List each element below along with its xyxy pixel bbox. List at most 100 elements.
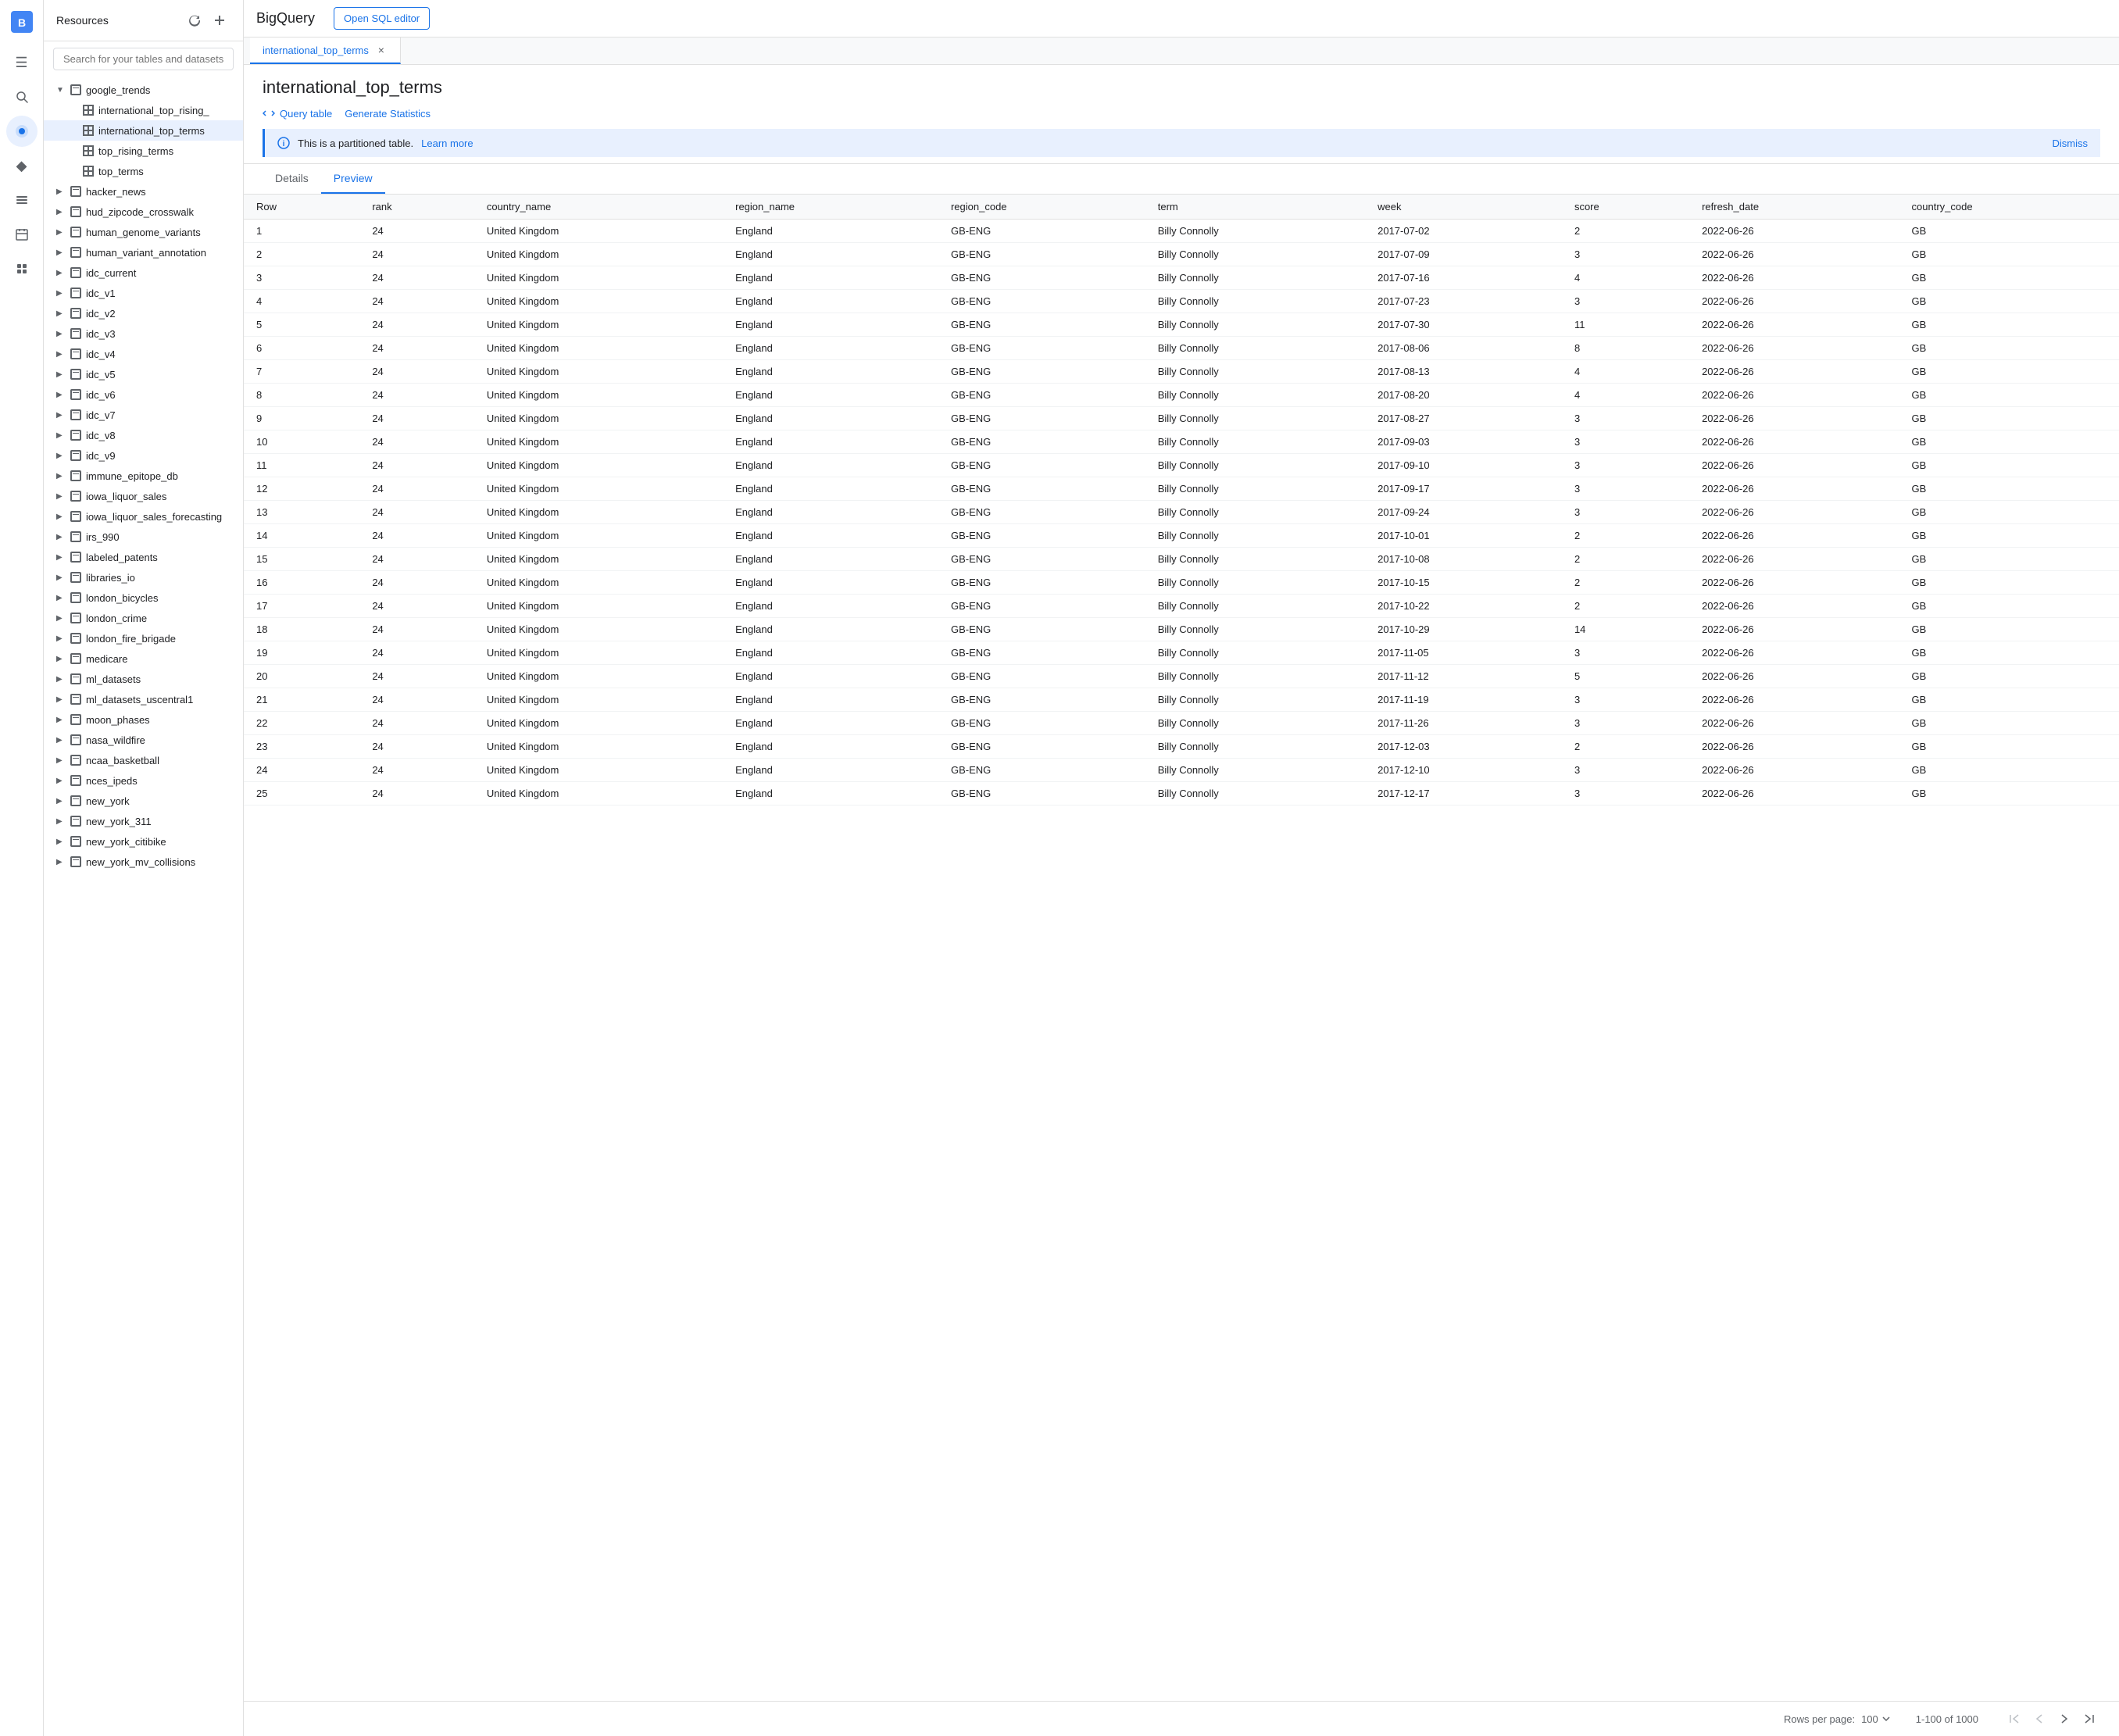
dataset-icon: [69, 225, 83, 239]
tree-item-idc-v9[interactable]: ▶ idc_v9: [44, 445, 243, 466]
tree-item-ml-datasets-uscentral1[interactable]: ▶ ml_datasets_uscentral1: [44, 689, 243, 709]
expand-arrow: ▶: [56, 695, 69, 704]
tree-item-top-terms[interactable]: top_terms: [44, 161, 243, 181]
tree-item-new-york-mv-collisions[interactable]: ▶ new_york_mv_collisions: [44, 852, 243, 872]
column-header-rank[interactable]: rank: [359, 195, 473, 220]
tree-item-intl-rising[interactable]: international_top_rising_: [44, 100, 243, 120]
tree-item-idc-v6[interactable]: ▶ idc_v6: [44, 384, 243, 405]
tree-item-new-york[interactable]: ▶ new_york: [44, 791, 243, 811]
table-cell: 24: [359, 759, 473, 782]
table-cell: 2017-08-27: [1365, 407, 1562, 430]
column-header-week[interactable]: week: [1365, 195, 1562, 220]
tree-item-label: idc_current: [86, 267, 136, 279]
prev-page-button[interactable]: [2028, 1708, 2050, 1730]
tree-item-idc-v5[interactable]: ▶ idc_v5: [44, 364, 243, 384]
table-row: 424United KingdomEnglandGB-ENGBilly Conn…: [244, 290, 2119, 313]
tree-item-nces-ipeds[interactable]: ▶ nces_ipeds: [44, 770, 243, 791]
generate-statistics-button[interactable]: Generate Statistics: [345, 108, 431, 120]
tree-item-idc-v4[interactable]: ▶ idc_v4: [44, 344, 243, 364]
next-page-button[interactable]: [2053, 1708, 2075, 1730]
app-logo: B: [6, 6, 38, 38]
expand-arrow: ▶: [56, 756, 69, 765]
rows-per-page-select[interactable]: 100: [1861, 1713, 1891, 1725]
tree-item-london-crime[interactable]: ▶ london_crime: [44, 608, 243, 628]
table-cell: 2022-06-26: [1689, 712, 1899, 735]
first-page-button[interactable]: [2003, 1708, 2025, 1730]
column-header-term[interactable]: term: [1145, 195, 1365, 220]
column-header-Row[interactable]: Row: [244, 195, 359, 220]
tree-item-immune-epitope-db[interactable]: ▶ immune_epitope_db: [44, 466, 243, 486]
tree-item-medicare[interactable]: ▶ medicare: [44, 648, 243, 669]
query-table-button[interactable]: Query table: [263, 107, 332, 120]
refresh-button[interactable]: [184, 9, 205, 31]
dataset-icon: [69, 550, 83, 564]
tree-item-google-trends[interactable]: ▼ google_trends: [44, 80, 243, 100]
table-cell: 6: [244, 337, 359, 360]
tree-item-new-york-citibike[interactable]: ▶ new_york_citibike: [44, 831, 243, 852]
dismiss-button[interactable]: Dismiss: [2053, 138, 2089, 149]
tree-item-ncaa-basketball[interactable]: ▶ ncaa_basketball: [44, 750, 243, 770]
tree-item-idc-v1[interactable]: ▶ idc_v1: [44, 283, 243, 303]
tree-item-idc-current[interactable]: ▶ idc_current: [44, 263, 243, 283]
column-header-score[interactable]: score: [1562, 195, 1689, 220]
column-header-country-code[interactable]: country_code: [1899, 195, 2119, 220]
tree-item-libraries-io[interactable]: ▶ libraries_io: [44, 567, 243, 588]
tree-item-iowa-liquor-sales[interactable]: ▶ iowa_liquor_sales: [44, 486, 243, 506]
table-cell: 4: [1562, 266, 1689, 290]
tree-item-irs-990[interactable]: ▶ irs_990: [44, 527, 243, 547]
tree-item-idc-v3[interactable]: ▶ idc_v3: [44, 323, 243, 344]
table-container[interactable]: Rowrankcountry_nameregion_nameregion_cod…: [244, 195, 2119, 1701]
tree-item-top-rising[interactable]: top_rising_terms: [44, 141, 243, 161]
tree-item-hud-zipcode-crosswalk[interactable]: ▶ hud_zipcode_crosswalk: [44, 202, 243, 222]
tree-item-labeled-patents[interactable]: ▶ labeled_patents: [44, 547, 243, 567]
tree-item-idc-v8[interactable]: ▶ idc_v8: [44, 425, 243, 445]
table-cell: 2022-06-26: [1689, 384, 1899, 407]
tab-details[interactable]: Details: [263, 164, 321, 194]
tab-international-top-terms[interactable]: international_top_terms ×: [250, 38, 401, 64]
column-header-refresh-date[interactable]: refresh_date: [1689, 195, 1899, 220]
tree-item-london-bicycles[interactable]: ▶ london_bicycles: [44, 588, 243, 608]
tree-item-new-york-311[interactable]: ▶ new_york_311: [44, 811, 243, 831]
nav-list-icon[interactable]: [6, 184, 38, 216]
nav-plugin-icon[interactable]: [6, 253, 38, 284]
column-header-country-name[interactable]: country_name: [474, 195, 723, 220]
expand-arrow: ▶: [56, 411, 69, 420]
table-cell: 2022-06-26: [1689, 501, 1899, 524]
tab-preview[interactable]: Preview: [321, 164, 385, 194]
tree-item-idc-v7[interactable]: ▶ idc_v7: [44, 405, 243, 425]
table-cell: 3: [1562, 243, 1689, 266]
tree-item-nasa-wildfire[interactable]: ▶ nasa_wildfire: [44, 730, 243, 750]
nav-bigquery-icon[interactable]: [6, 116, 38, 147]
tree-item-intl-top-terms[interactable]: international_top_terms: [44, 120, 243, 141]
search-input[interactable]: [53, 48, 234, 70]
nav-search-icon[interactable]: [6, 81, 38, 113]
expand-arrow: ▶: [56, 350, 69, 359]
table-cell: 24: [359, 290, 473, 313]
tree-item-london-fire-brigade[interactable]: ▶ london_fire_brigade: [44, 628, 243, 648]
tree-item-idc-v2[interactable]: ▶ idc_v2: [44, 303, 243, 323]
tree-item-label: new_york_mv_collisions: [86, 856, 195, 868]
table-cell: England: [723, 641, 938, 665]
learn-more-link[interactable]: Learn more: [421, 138, 473, 149]
table-cell: 24: [359, 360, 473, 384]
column-header-region-code[interactable]: region_code: [938, 195, 1145, 220]
table-cell: Billy Connolly: [1145, 430, 1365, 454]
table-cell: 2022-06-26: [1689, 571, 1899, 595]
tree-item-ml-datasets[interactable]: ▶ ml_datasets: [44, 669, 243, 689]
tree-item-human-variant-annotation[interactable]: ▶ human_variant_annotation: [44, 242, 243, 263]
nav-menu-icon[interactable]: ☰: [6, 47, 38, 78]
tree-item-moon-phases[interactable]: ▶ moon_phases: [44, 709, 243, 730]
nav-calendar-icon[interactable]: [6, 219, 38, 250]
pagination-info: 1-100 of 1000: [1916, 1713, 1978, 1725]
tree-item-human-genome-variants[interactable]: ▶ human_genome_variants: [44, 222, 243, 242]
tree-item-hacker-news[interactable]: ▶ hacker_news: [44, 181, 243, 202]
tab-close-button[interactable]: ×: [375, 44, 388, 56]
table-cell: 18: [244, 618, 359, 641]
table-cell: Billy Connolly: [1145, 243, 1365, 266]
add-resource-button[interactable]: [209, 9, 230, 31]
open-sql-editor-button[interactable]: Open SQL editor: [334, 7, 430, 30]
last-page-button[interactable]: [2078, 1708, 2100, 1730]
tree-item-iowa-liquor-sales-forecasting[interactable]: ▶ iowa_liquor_sales_forecasting: [44, 506, 243, 527]
nav-pin-icon[interactable]: ◆: [6, 150, 38, 181]
column-header-region-name[interactable]: region_name: [723, 195, 938, 220]
